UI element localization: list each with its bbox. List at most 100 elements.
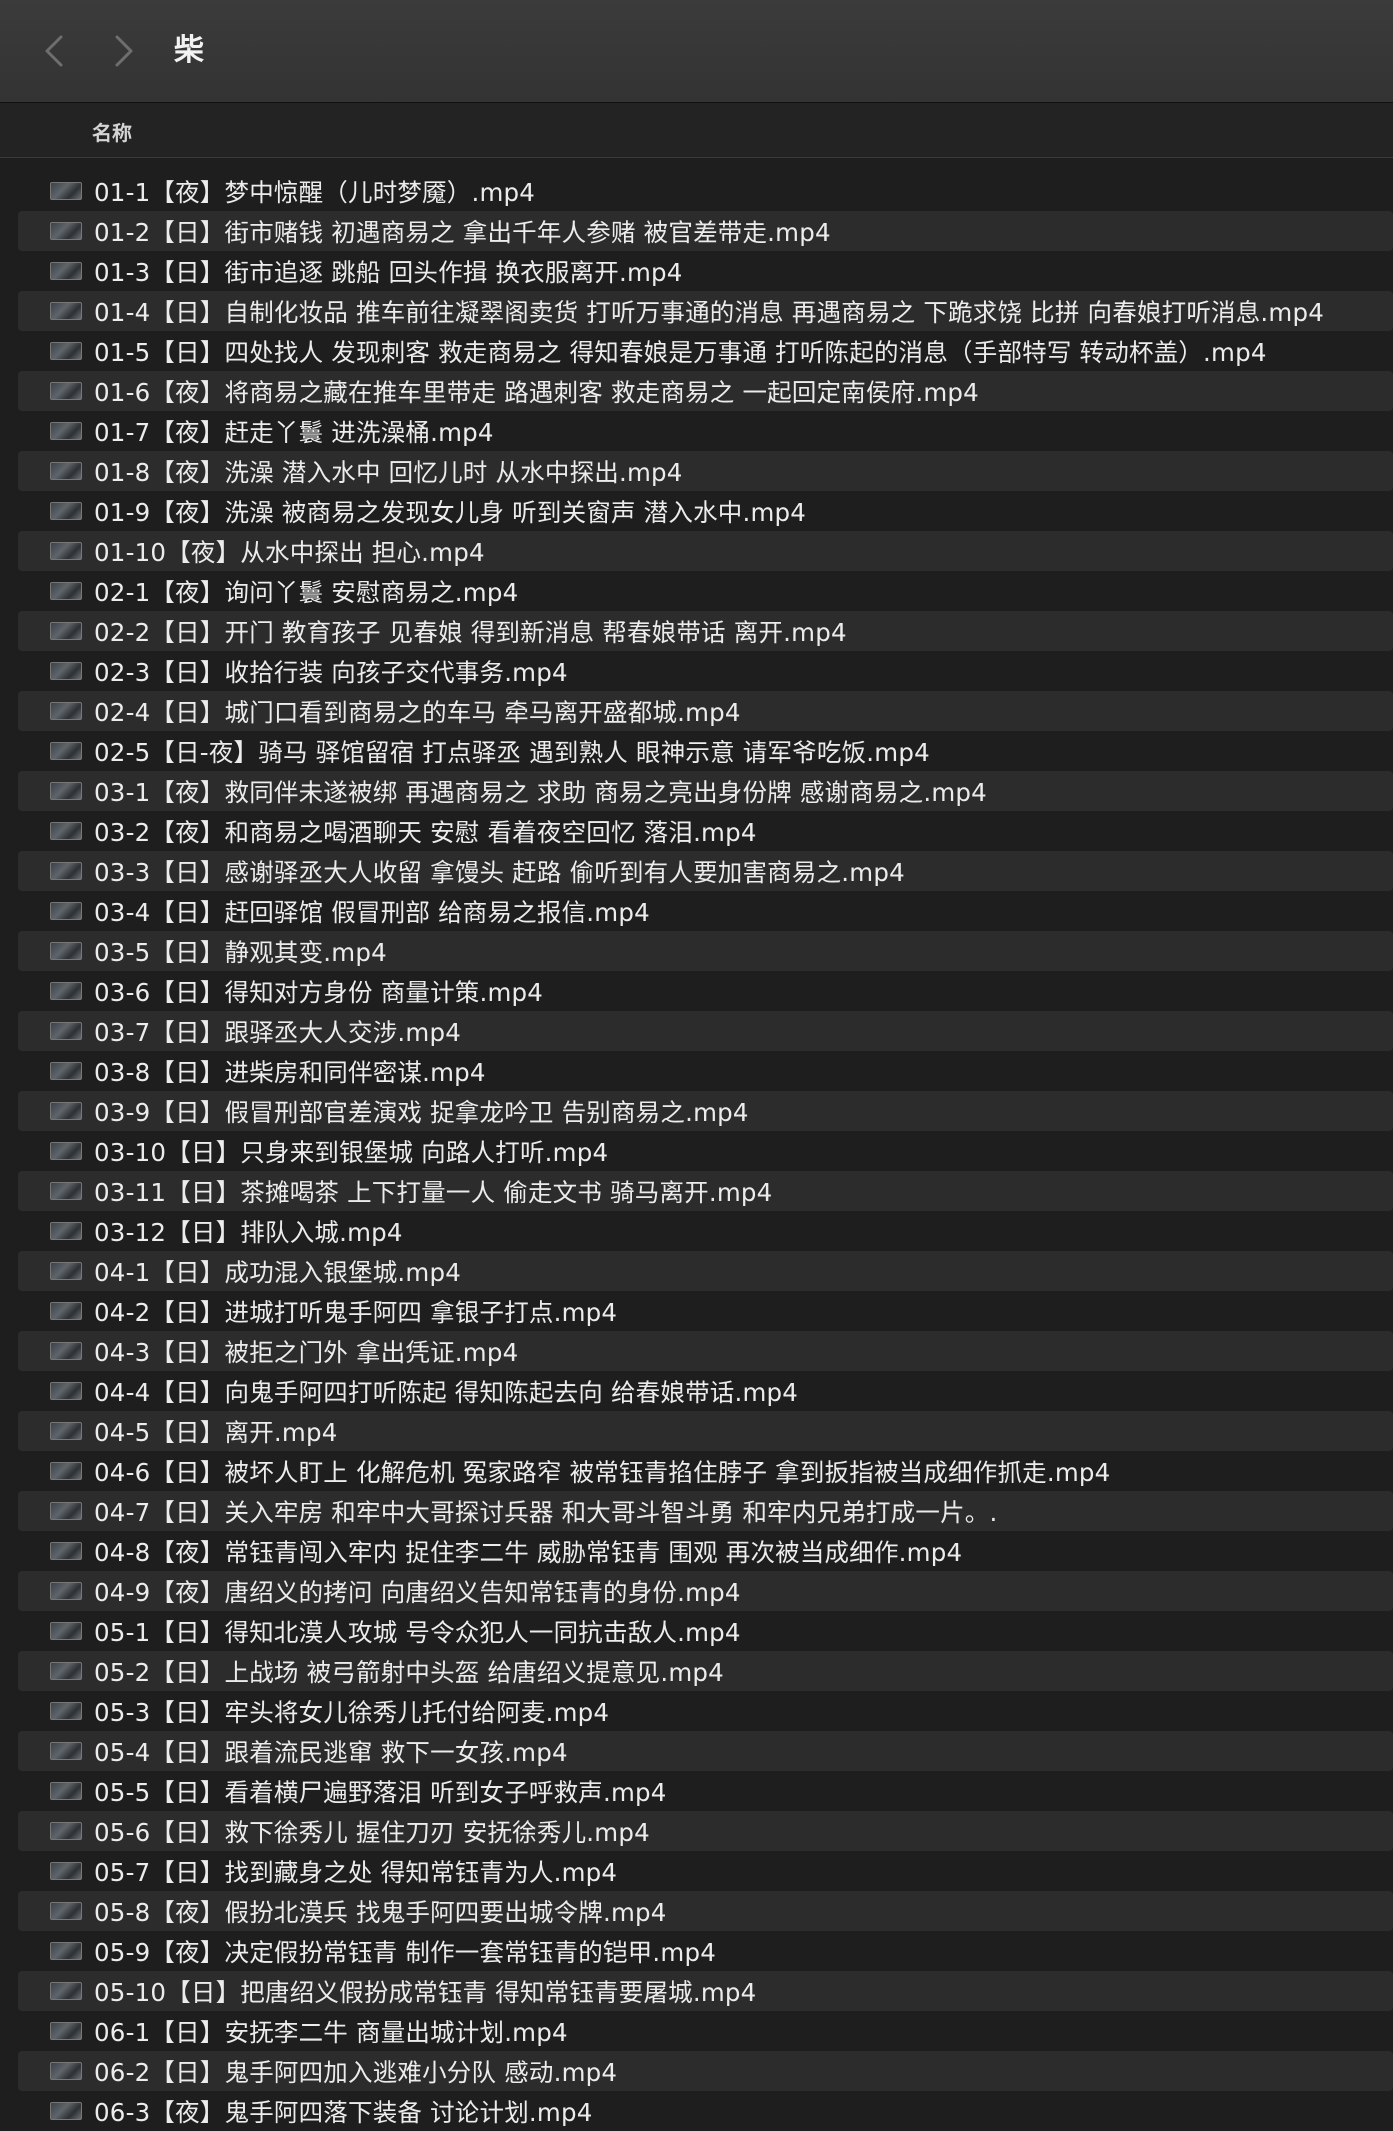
file-name: 03-9【日】假冒刑部官差演戏 捉拿龙吟卫 告别商易之.mp4 [94,1097,749,1127]
file-name: 02-5【日-夜】骑马 驿馆留宿 打点驿丞 遇到熟人 眼神示意 请军爷吃饭.mp… [94,737,930,767]
column-header-name[interactable]: 名称 [92,117,132,146]
file-name: 06-1【日】安抚李二牛 商量出城计划.mp4 [94,2017,568,2047]
video-thumbnail-icon [50,1782,82,1800]
file-row[interactable]: 06-3【夜】鬼手阿四落下装备 讨论计划.mp4 [18,2091,1393,2131]
file-name: 05-3【日】牢头将女儿徐秀儿托付给阿麦.mp4 [94,1697,610,1727]
file-row[interactable]: 04-9【夜】唐绍义的拷问 向唐绍义告知常钰青的身份.mp4 [18,1571,1393,1611]
video-thumbnail-icon [50,1102,82,1120]
file-name: 05-10【日】把唐绍义假扮成常钰青 得知常钰青要屠城.mp4 [94,1977,757,2007]
file-name: 03-8【日】进柴房和同伴密谋.mp4 [94,1057,486,1087]
file-row[interactable]: 05-6【日】救下徐秀儿 握住刀刃 安抚徐秀儿.mp4 [18,1811,1393,1851]
file-name: 01-7【夜】赶走丫鬟 进洗澡桶.mp4 [94,417,494,447]
file-row[interactable]: 03-7【日】跟驿丞大人交涉.mp4 [18,1011,1393,1051]
file-row[interactable]: 01-10【夜】从水中探出 担心.mp4 [18,531,1393,571]
video-thumbnail-icon [50,422,82,440]
video-thumbnail-icon [50,1982,82,2000]
file-name: 01-2【日】街市赌钱 初遇商易之 拿出千年人参赌 被官差带走.mp4 [94,217,831,247]
file-row[interactable]: 05-8【夜】假扮北漠兵 找鬼手阿四要出城令牌.mp4 [18,1891,1393,1931]
video-thumbnail-icon [50,1262,82,1280]
video-thumbnail-icon [50,702,82,720]
file-row[interactable]: 03-9【日】假冒刑部官差演戏 捉拿龙吟卫 告别商易之.mp4 [18,1091,1393,1131]
video-thumbnail-icon [50,182,82,200]
file-row[interactable]: 04-6【日】被坏人盯上 化解危机 冤家路窄 被常钰青掐住脖子 拿到扳指被当成细… [18,1451,1393,1491]
file-row[interactable]: 01-5【日】四处找人 发现刺客 救走商易之 得知春娘是万事通 打听陈起的消息（… [18,331,1393,371]
file-row[interactable]: 04-3【日】被拒之门外 拿出凭证.mp4 [18,1331,1393,1371]
video-thumbnail-icon [50,1742,82,1760]
file-row[interactable]: 01-2【日】街市赌钱 初遇商易之 拿出千年人参赌 被官差带走.mp4 [18,211,1393,251]
file-row[interactable]: 05-2【日】上战场 被弓箭射中头盔 给唐绍义提意见.mp4 [18,1651,1393,1691]
video-thumbnail-icon [50,1382,82,1400]
video-thumbnail-icon [50,742,82,760]
file-row[interactable]: 01-3【日】街市追逐 跳船 回头作揖 换衣服离开.mp4 [18,251,1393,291]
file-row[interactable]: 01-9【夜】洗澡 被商易之发现女儿身 听到关窗声 潜入水中.mp4 [18,491,1393,531]
file-row[interactable]: 05-10【日】把唐绍义假扮成常钰青 得知常钰青要屠城.mp4 [18,1971,1393,2011]
video-thumbnail-icon [50,262,82,280]
file-row[interactable]: 03-11【日】茶摊喝茶 上下打量一人 偷走文书 骑马离开.mp4 [18,1171,1393,1211]
file-row[interactable]: 03-10【日】只身来到银堡城 向路人打听.mp4 [18,1131,1393,1171]
video-thumbnail-icon [50,1062,82,1080]
file-row[interactable]: 05-5【日】看着横尸遍野落泪 听到女子呼救声.mp4 [18,1771,1393,1811]
file-row[interactable]: 04-2【日】进城打听鬼手阿四 拿银子打点.mp4 [18,1291,1393,1331]
file-row[interactable]: 03-4【日】赶回驿馆 假冒刑部 给商易之报信.mp4 [18,891,1393,931]
file-row[interactable]: 05-1【日】得知北漠人攻城 号令众犯人一同抗击敌人.mp4 [18,1611,1393,1651]
video-thumbnail-icon [50,1342,82,1360]
file-list: 01-1【夜】梦中惊醒（儿时梦魇）.mp4 01-2【日】街市赌钱 初遇商易之 拿… [0,171,1393,2131]
file-name: 01-6【夜】将商易之藏在推车里带走 路遇刺客 救走商易之 一起回定南侯府.mp… [94,377,979,407]
file-name: 03-2【夜】和商易之喝酒聊天 安慰 看着夜空回忆 落泪.mp4 [94,817,757,847]
file-row[interactable]: 01-6【夜】将商易之藏在推车里带走 路遇刺客 救走商易之 一起回定南侯府.mp… [18,371,1393,411]
file-row[interactable]: 03-2【夜】和商易之喝酒聊天 安慰 看着夜空回忆 落泪.mp4 [18,811,1393,851]
file-name: 01-5【日】四处找人 发现刺客 救走商易之 得知春娘是万事通 打听陈起的消息（… [94,337,1267,367]
file-name: 03-10【日】只身来到银堡城 向路人打听.mp4 [94,1137,609,1167]
file-row[interactable]: 01-1【夜】梦中惊醒（儿时梦魇）.mp4 [18,171,1393,211]
file-row[interactable]: 01-4【日】自制化妆品 推车前往凝翠阁卖货 打听万事通的消息 再遇商易之 下跪… [18,291,1393,331]
file-name: 04-3【日】被拒之门外 拿出凭证.mp4 [94,1337,519,1367]
file-name: 01-3【日】街市追逐 跳船 回头作揖 换衣服离开.mp4 [94,257,683,287]
back-button[interactable] [34,30,74,72]
file-row[interactable]: 05-9【夜】决定假扮常钰青 制作一套常钰青的铠甲.mp4 [18,1931,1393,1971]
file-row[interactable]: 03-12【日】排队入城.mp4 [18,1211,1393,1251]
file-row[interactable]: 04-8【夜】常钰青闯入牢内 捉住李二牛 威胁常钰青 围观 再次被当成细作.mp… [18,1531,1393,1571]
video-thumbnail-icon [50,1502,82,1520]
file-row[interactable]: 03-6【日】得知对方身份 商量计策.mp4 [18,971,1393,1011]
toolbar: 柴 [0,0,1393,103]
file-name: 01-4【日】自制化妆品 推车前往凝翠阁卖货 打听万事通的消息 再遇商易之 下跪… [94,297,1325,327]
file-name: 01-10【夜】从水中探出 担心.mp4 [94,537,485,567]
file-row[interactable]: 04-5【日】离开.mp4 [18,1411,1393,1451]
video-thumbnail-icon [50,982,82,1000]
video-thumbnail-icon [50,462,82,480]
file-name: 02-3【日】收拾行装 向孩子交代事务.mp4 [94,657,568,687]
video-thumbnail-icon [50,2022,82,2040]
file-row[interactable]: 03-1【夜】救同伴未遂被绑 再遇商易之 求助 商易之亮出身份牌 感谢商易之.m… [18,771,1393,811]
file-row[interactable]: 02-5【日-夜】骑马 驿馆留宿 打点驿丞 遇到熟人 眼神示意 请军爷吃饭.mp… [18,731,1393,771]
file-name: 05-7【日】找到藏身之处 得知常钰青为人.mp4 [94,1857,618,1887]
file-row[interactable]: 04-4【日】向鬼手阿四打听陈起 得知陈起去向 给春娘带话.mp4 [18,1371,1393,1411]
video-thumbnail-icon [50,782,82,800]
file-row[interactable]: 06-1【日】安抚李二牛 商量出城计划.mp4 [18,2011,1393,2051]
file-row[interactable]: 02-2【日】开门 教育孩子 见春娘 得到新消息 帮春娘带话 离开.mp4 [18,611,1393,651]
file-row[interactable]: 02-4【日】城门口看到商易之的车马 牵马离开盛都城.mp4 [18,691,1393,731]
window-title: 柴 [174,33,204,68]
video-thumbnail-icon [50,2062,82,2080]
file-row[interactable]: 05-7【日】找到藏身之处 得知常钰青为人.mp4 [18,1851,1393,1891]
file-name: 05-4【日】跟着流民逃窜 救下一女孩.mp4 [94,1737,568,1767]
file-row[interactable]: 02-3【日】收拾行装 向孩子交代事务.mp4 [18,651,1393,691]
forward-button[interactable] [104,30,144,72]
file-name: 04-7【日】关入牢房 和牢中大哥探讨兵器 和大哥斗智斗勇 和牢内兄弟打成一片。… [94,1497,998,1527]
file-name: 03-4【日】赶回驿馆 假冒刑部 给商易之报信.mp4 [94,897,650,927]
video-thumbnail-icon [50,1222,82,1240]
video-thumbnail-icon [50,542,82,560]
file-row[interactable]: 03-8【日】进柴房和同伴密谋.mp4 [18,1051,1393,1091]
file-row[interactable]: 01-7【夜】赶走丫鬟 进洗澡桶.mp4 [18,411,1393,451]
file-row[interactable]: 05-3【日】牢头将女儿徐秀儿托付给阿麦.mp4 [18,1691,1393,1731]
file-row[interactable]: 05-4【日】跟着流民逃窜 救下一女孩.mp4 [18,1731,1393,1771]
file-row[interactable]: 02-1【夜】询问丫鬟 安慰商易之.mp4 [18,571,1393,611]
file-row[interactable]: 06-2【日】鬼手阿四加入逃难小分队 感动.mp4 [18,2051,1393,2091]
video-thumbnail-icon [50,1302,82,1320]
file-row[interactable]: 04-7【日】关入牢房 和牢中大哥探讨兵器 和大哥斗智斗勇 和牢内兄弟打成一片。… [18,1491,1393,1531]
file-name: 04-9【夜】唐绍义的拷问 向唐绍义告知常钰青的身份.mp4 [94,1577,741,1607]
file-row[interactable]: 01-8【夜】洗澡 潜入水中 回忆儿时 从水中探出.mp4 [18,451,1393,491]
file-row[interactable]: 03-5【日】静观其变.mp4 [18,931,1393,971]
file-row[interactable]: 04-1【日】成功混入银堡城.mp4 [18,1251,1393,1291]
video-thumbnail-icon [50,1702,82,1720]
file-row[interactable]: 03-3【日】感谢驿丞大人收留 拿馒头 赶路 偷听到有人要加害商易之.mp4 [18,851,1393,891]
